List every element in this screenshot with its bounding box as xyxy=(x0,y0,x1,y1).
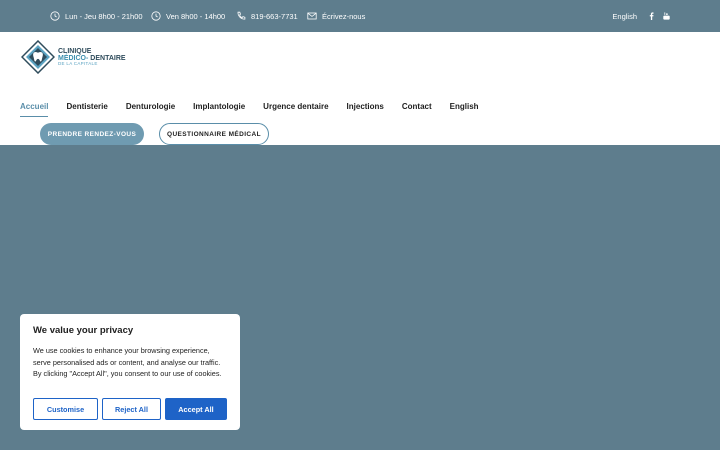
cookie-title: We value your privacy xyxy=(33,325,134,336)
logo-wordmark: CLINIQUE MÉDICO- DENTAIRE DE LA CAPITALE xyxy=(58,48,126,67)
nav-item-urgence-dentaire[interactable]: Urgence dentaire xyxy=(263,102,328,117)
medical-questionnaire-button[interactable]: QUESTIONNAIRE MÉDICAL xyxy=(159,123,269,145)
hours-weekday-text: Lun - Jeu 8h00 - 21h00 xyxy=(65,11,143,21)
facebook-icon[interactable] xyxy=(648,12,655,20)
nav-item-contact[interactable]: Contact xyxy=(402,102,432,117)
logo-line-1: CLINIQUE xyxy=(58,47,92,55)
social-links xyxy=(648,0,670,32)
phone-text: 819-663-7731 xyxy=(251,11,298,21)
nav-item-denturologie[interactable]: Denturologie xyxy=(126,102,175,117)
youtube-icon[interactable] xyxy=(663,12,670,20)
accept-all-button[interactable]: Accept All xyxy=(165,398,227,420)
customise-button[interactable]: Customise xyxy=(33,398,98,420)
email-text: Écrivez-nous xyxy=(322,11,366,21)
cookie-actions: Customise Reject All Accept All xyxy=(33,398,227,420)
nav-item-injections[interactable]: Injections xyxy=(347,102,384,117)
cookie-consent-dialog: We value your privacy We use cookies to … xyxy=(20,314,240,430)
clock-icon xyxy=(151,11,161,21)
mail-icon xyxy=(307,12,317,20)
nav-item-implantologie[interactable]: Implantologie xyxy=(193,102,245,117)
phone-link[interactable]: 819-663-7731 xyxy=(236,0,298,32)
clock-icon xyxy=(50,11,60,21)
reject-all-button[interactable]: Reject All xyxy=(102,398,161,420)
hours-friday: Ven 8h00 - 14h00 xyxy=(151,0,225,32)
site-header: CLINIQUE MÉDICO- DENTAIRE DE LA CAPITALE… xyxy=(0,32,720,145)
tooth-diamond-logo-icon xyxy=(21,40,55,74)
top-info-bar: Lun - Jeu 8h00 - 21h00 Ven 8h00 - 14h00 … xyxy=(0,0,720,32)
clinic-logo[interactable]: CLINIQUE MÉDICO- DENTAIRE DE LA CAPITALE xyxy=(21,40,126,74)
nav-item-dentisterie[interactable]: Dentisterie xyxy=(66,102,107,117)
nav-item-english[interactable]: English xyxy=(450,102,479,117)
phone-icon xyxy=(237,11,246,20)
logo-line-3: DE LA CAPITALE xyxy=(58,60,98,66)
main-navigation: Accueil Dentisterie Denturologie Implant… xyxy=(20,102,479,117)
book-appointment-button[interactable]: PRENDRE RENDEZ-VOUS xyxy=(40,123,144,145)
email-link[interactable]: Écrivez-nous xyxy=(307,0,365,32)
language-switch[interactable]: English xyxy=(612,0,637,32)
hours-weekday: Lun - Jeu 8h00 - 21h00 xyxy=(50,0,143,32)
cookie-text: We use cookies to enhance your browsing … xyxy=(33,346,222,379)
hours-friday-text: Ven 8h00 - 14h00 xyxy=(166,11,226,21)
nav-item-accueil[interactable]: Accueil xyxy=(20,102,49,117)
